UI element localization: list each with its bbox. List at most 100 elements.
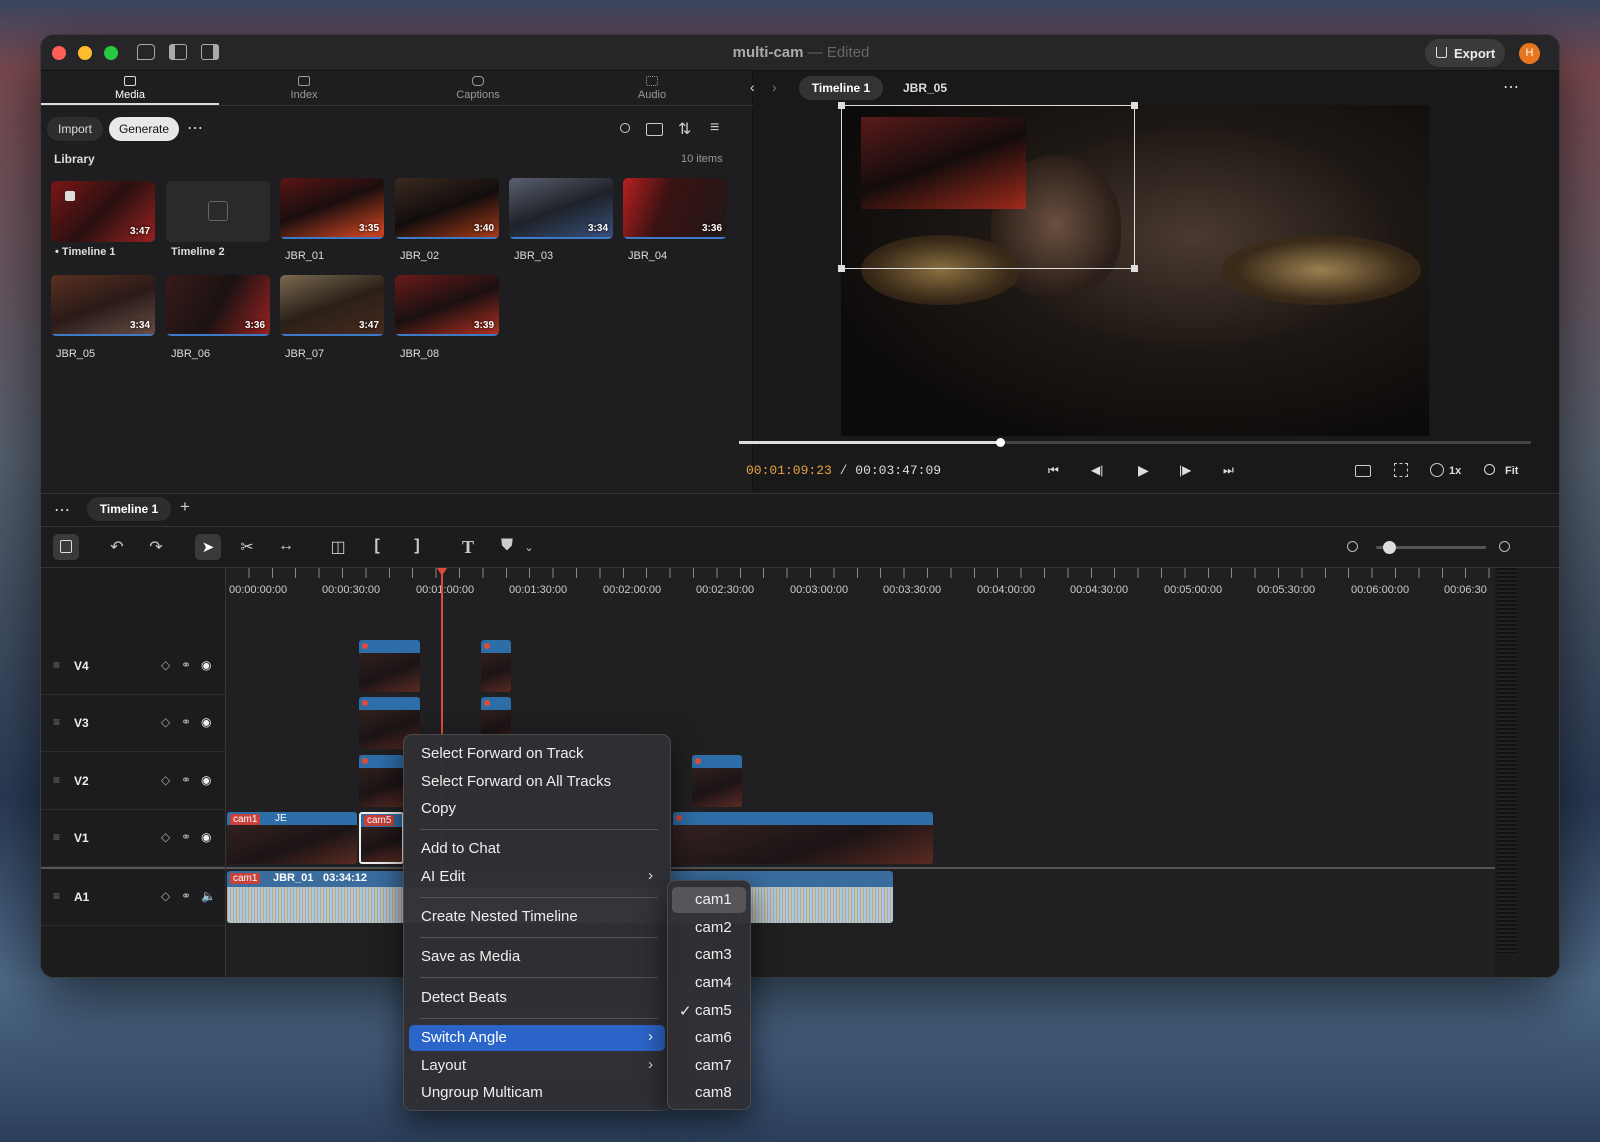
angle-item-cam8[interactable]: cam8 [672,1080,746,1106]
link-icon[interactable]: ⚭ [181,658,191,672]
tab-captions[interactable]: Captions [389,71,567,105]
blade-tool-icon[interactable]: ✂ [236,537,258,557]
zoom-out-icon[interactable] [1347,541,1358,552]
video-preview[interactable] [838,102,1429,436]
play-icon[interactable]: ▶ [1138,462,1149,479]
resize-handle[interactable] [838,102,845,109]
back-nav-icon[interactable]: ‹ [750,79,755,95]
timeline-tab[interactable]: Timeline 1 [87,497,171,521]
drag-handle-icon[interactable]: ≡ [53,889,60,903]
text-tool-icon[interactable]: T [457,537,479,558]
keyframe-icon[interactable]: ◇ [161,658,170,672]
speed-icon[interactable] [1430,463,1444,477]
video-clip[interactable] [692,755,742,807]
viewer-zoom[interactable]: Fit [1505,465,1518,477]
menu-item-create-nested-timeline[interactable]: Create Nested Timeline [409,904,665,930]
redo-icon[interactable]: ↷ [145,537,167,557]
link-icon[interactable]: ⚭ [181,830,191,844]
skip-to-end-icon[interactable]: ⏭ [1223,463,1234,478]
menu-item-ai-edit[interactable]: AI Edit › [409,864,665,890]
import-button[interactable]: Import [47,117,103,141]
export-button[interactable]: Export [1425,39,1505,67]
filter-icon[interactable]: ≡ [710,119,719,137]
drag-handle-icon[interactable]: ≡ [53,658,60,672]
menu-item-add-to-chat[interactable]: Add to Chat [409,836,665,862]
step-back-icon[interactable]: ◀| [1091,463,1103,477]
library-item-jbr-06[interactable]: 3:36 [166,275,270,336]
library-item-jbr-02[interactable]: 3:40 [395,178,499,239]
drag-handle-icon[interactable]: ≡ [53,830,60,844]
speaker-icon[interactable]: 🔈 [201,889,216,903]
viewer-tab-jbr-05[interactable]: JBR_05 [893,76,957,100]
tab-media[interactable]: Media [41,71,219,105]
angle-item-cam1[interactable]: cam1 [672,887,746,913]
menu-item-select-forward-track[interactable]: Select Forward on Track [409,741,665,767]
link-icon[interactable]: ⚭ [181,715,191,729]
multicam-clip[interactable] [673,812,933,864]
library-item-jbr-05[interactable]: 3:34 [51,275,155,336]
library-item-jbr-08[interactable]: 3:39 [395,275,499,336]
eye-icon[interactable]: ◉ [201,715,211,729]
resize-handle[interactable] [838,265,845,272]
scrub-bar[interactable] [739,438,1531,447]
eye-icon[interactable]: ◉ [201,830,211,844]
timeline-more-button[interactable]: ⋯ [54,500,70,520]
menu-item-ungroup-multicam[interactable]: Ungroup Multicam [409,1080,665,1106]
drag-handle-icon[interactable]: ≡ [53,715,60,729]
menu-item-save-as-media[interactable]: Save as Media [409,944,665,970]
library-item-jbr-07[interactable]: 3:47 [280,275,384,336]
video-clip[interactable] [359,755,404,807]
mark-in-icon[interactable]: [ [366,537,388,555]
multicam-clip-selected[interactable]: cam5 [359,812,404,864]
viewer-more-button[interactable]: ⋯ [1503,77,1519,97]
keyframe-icon[interactable]: ◇ [161,889,170,903]
menu-item-select-forward-all[interactable]: Select Forward on All Tracks [409,769,665,795]
multicam-clip[interactable]: cam1 JE [227,812,357,864]
mark-out-icon[interactable]: ] [406,537,428,555]
search-icon[interactable] [620,123,630,133]
library-item-timeline-1[interactable]: 3:47 [51,181,155,242]
angle-item-cam5[interactable]: ✓ cam5 [672,998,746,1024]
library-item-jbr-01[interactable]: 3:35 [280,178,384,239]
drag-handle-icon[interactable]: ≡ [53,773,60,787]
marker-icon[interactable]: ⛊ [496,537,518,555]
keyframe-icon[interactable]: ◇ [161,830,170,844]
video-clip[interactable] [359,640,420,692]
zoom-slider[interactable] [1376,541,1486,554]
eye-icon[interactable]: ◉ [201,773,211,787]
resize-handle[interactable] [1131,102,1138,109]
library-item-jbr-04[interactable]: 3:36 [623,178,727,239]
keyframe-icon[interactable]: ◇ [161,773,170,787]
undo-icon[interactable]: ↶ [106,537,128,557]
menu-item-copy[interactable]: Copy [409,796,665,822]
select-tool-icon[interactable]: ➤ [195,534,221,560]
generate-button[interactable]: Generate [109,117,179,141]
chevron-down-icon[interactable]: ⌄ [518,541,540,554]
fullscreen-icon[interactable] [1394,463,1408,477]
keyframe-icon[interactable]: ◇ [161,715,170,729]
forward-nav-icon[interactable]: › [772,79,777,95]
angle-item-cam4[interactable]: cam4 [672,970,746,996]
tab-index[interactable]: Index [215,71,393,105]
eye-icon[interactable]: ◉ [201,658,211,672]
angle-item-cam3[interactable]: cam3 [672,942,746,968]
user-avatar[interactable]: H [1519,43,1540,64]
menu-item-layout[interactable]: Layout › [409,1053,665,1079]
zoom-in-icon[interactable] [1499,541,1510,552]
playback-speed[interactable]: 1x [1449,465,1461,477]
transform-box[interactable] [838,102,1138,272]
zoom-icon[interactable] [1484,464,1495,475]
skip-to-start-icon[interactable]: ⏮ [1048,463,1059,478]
zoom-slider-knob[interactable] [1382,541,1396,554]
split-icon[interactable]: ◫ [327,537,349,557]
tab-audio[interactable]: Audio [563,71,741,105]
menu-item-switch-angle[interactable]: Switch Angle › [409,1025,665,1051]
angle-item-cam7[interactable]: cam7 [672,1053,746,1079]
folder-icon[interactable] [646,123,663,136]
angle-item-cam6[interactable]: cam6 [672,1025,746,1051]
angle-item-cam2[interactable]: cam2 [672,915,746,941]
link-icon[interactable]: ⚭ [181,889,191,903]
slip-tool-icon[interactable]: ↔ [275,537,297,555]
library-item-jbr-03[interactable]: 3:34 [509,178,613,239]
sort-icon[interactable]: ⇅ [678,119,691,139]
